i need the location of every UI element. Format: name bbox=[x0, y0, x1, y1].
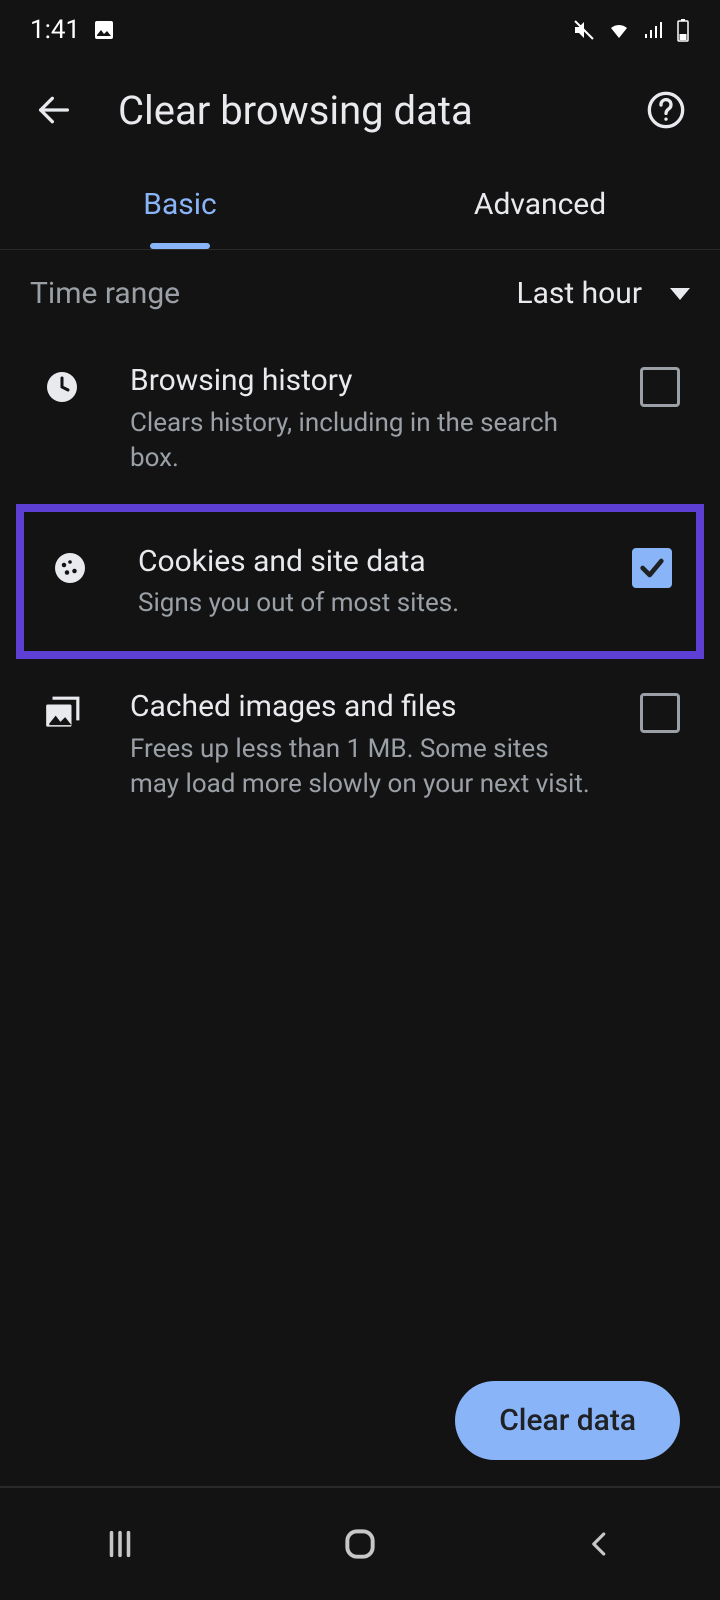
checkbox-browsing-history[interactable] bbox=[640, 367, 680, 407]
recents-button[interactable] bbox=[60, 1527, 180, 1561]
help-circle-icon bbox=[646, 90, 686, 130]
mute-icon bbox=[572, 18, 596, 42]
item-title: Cached images and files bbox=[130, 687, 604, 728]
system-navbar bbox=[0, 1488, 720, 1600]
page-title: Clear browsing data bbox=[118, 87, 602, 134]
back-nav-button[interactable] bbox=[540, 1529, 660, 1559]
time-range-selected: Last hour bbox=[516, 276, 642, 311]
help-button[interactable] bbox=[642, 86, 690, 134]
tab-advanced[interactable]: Advanced bbox=[360, 160, 720, 249]
wifi-icon bbox=[606, 18, 632, 42]
appbar: Clear browsing data bbox=[0, 60, 720, 160]
tabs: Basic Advanced bbox=[0, 160, 720, 250]
item-title: Browsing history bbox=[130, 361, 604, 402]
cookie-icon bbox=[52, 550, 88, 586]
back-button[interactable] bbox=[30, 86, 78, 134]
checkbox-cookies[interactable] bbox=[632, 548, 672, 588]
recents-icon bbox=[103, 1527, 137, 1561]
item-browsing-history[interactable]: Browsing history Clears history, includi… bbox=[0, 337, 720, 500]
item-cookies[interactable]: Cookies and site data Signs you out of m… bbox=[16, 504, 704, 660]
item-subtitle: Clears history, including in the search … bbox=[130, 406, 604, 476]
chevron-left-icon bbox=[585, 1529, 615, 1559]
check-icon bbox=[638, 554, 666, 582]
item-cached[interactable]: Cached images and files Frees up less th… bbox=[0, 663, 720, 826]
action-row: Clear data bbox=[455, 1381, 680, 1460]
images-icon bbox=[43, 695, 81, 733]
checkbox-cached[interactable] bbox=[640, 693, 680, 733]
home-squircle-icon bbox=[341, 1525, 379, 1563]
item-subtitle: Frees up less than 1 MB. Some sites may … bbox=[130, 732, 604, 802]
time-range-row[interactable]: Time range Last hour bbox=[0, 250, 720, 337]
item-subtitle: Signs you out of most sites. bbox=[138, 586, 596, 621]
image-indicator-icon bbox=[92, 18, 116, 42]
statusbar: 1:41 bbox=[0, 0, 720, 60]
item-title: Cookies and site data bbox=[138, 542, 596, 583]
time-range-value: Last hour bbox=[516, 276, 690, 311]
home-button[interactable] bbox=[300, 1525, 420, 1563]
tab-basic[interactable]: Basic bbox=[0, 160, 360, 249]
clock-icon bbox=[44, 369, 80, 405]
clear-data-button[interactable]: Clear data bbox=[455, 1381, 680, 1460]
dropdown-triangle-icon bbox=[670, 288, 690, 300]
statusbar-time: 1:41 bbox=[30, 15, 80, 45]
arrow-left-icon bbox=[34, 90, 74, 130]
battery-icon bbox=[676, 18, 690, 42]
signal-icon bbox=[642, 18, 666, 42]
time-range-label: Time range bbox=[30, 276, 180, 311]
